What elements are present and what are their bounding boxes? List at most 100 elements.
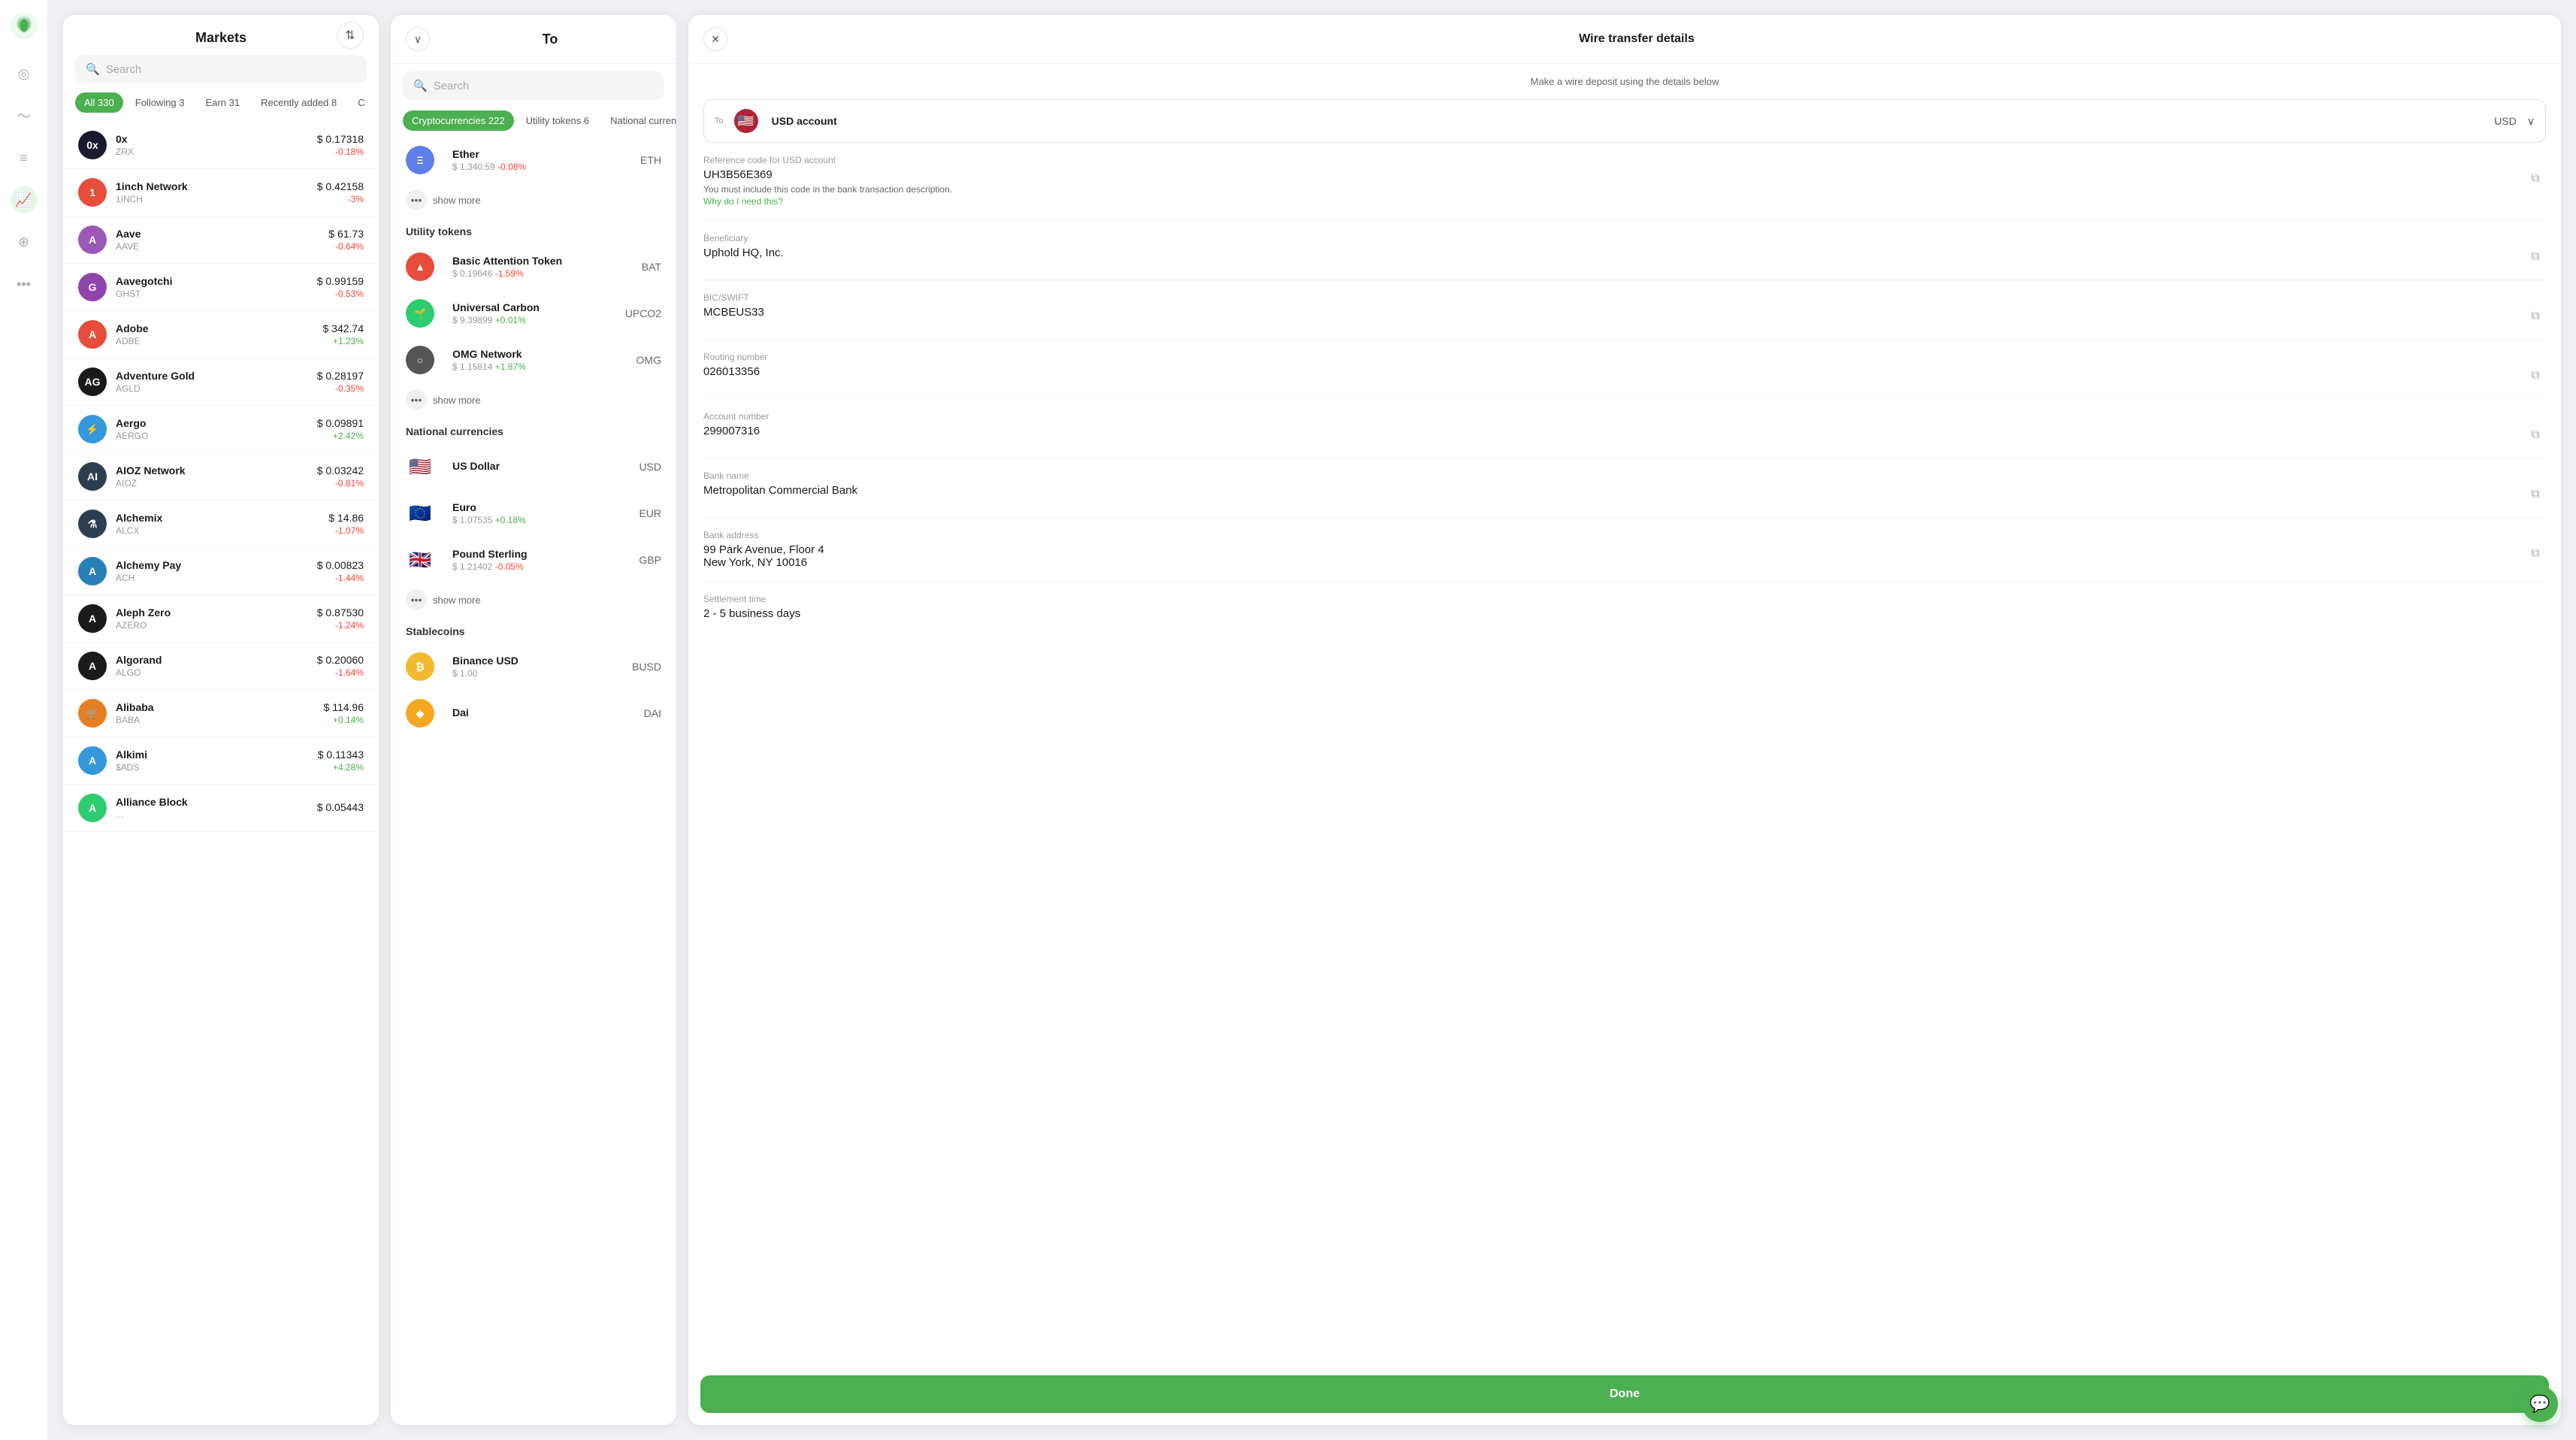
collapse-button[interactable]: ∨ <box>406 27 430 51</box>
markets-asset-row[interactable]: A Adobe ADBE $ 342.74 +1.23% <box>63 311 379 358</box>
asset-info-11: Algorand ALGO <box>116 654 317 678</box>
bank-name-row: Metropolitan Commercial Bank ⧉ <box>703 484 2546 505</box>
to-asset-gbp[interactable]: 🇬🇧 Pound Sterling $ 1.21402 -0.05% GBP <box>391 537 676 583</box>
markets-asset-row[interactable]: 1 1inch Network 1INCH $ 0.42158 -3% <box>63 169 379 216</box>
reference-code-label: Reference code for USD account <box>703 155 2546 165</box>
copy-bic-button[interactable]: ⧉ <box>2525 306 2546 327</box>
markets-asset-row[interactable]: A Aave AAVE $ 61.73 -0.64% <box>63 216 379 264</box>
settlement-time-field: Settlement time 2 - 5 business days <box>703 594 2546 632</box>
asset-price-col-8: $ 14.86 -1.07% <box>328 512 364 536</box>
to-header: ∨ To <box>391 15 676 64</box>
asset-price-col-7: $ 0.03242 -0.81% <box>317 464 364 489</box>
asset-price-1: $ 0.42158 <box>317 180 364 192</box>
asset-avatar-13: A <box>78 746 107 775</box>
to-asset-eur[interactable]: 🇪🇺 Euro $ 1.07535 +0.18% EUR <box>391 490 676 537</box>
national-currencies-label: National currencies <box>391 416 676 443</box>
to-filter-crypto[interactable]: Cryptocurrencies 222 <box>403 110 514 131</box>
sort-button[interactable]: ⇅ <box>337 22 364 49</box>
filter-tab-earn[interactable]: Earn 31 <box>197 92 249 113</box>
close-button[interactable]: ✕ <box>703 27 727 51</box>
to-asset-list: Ξ Ether $ 1,340.59 -0.08% ETH ••• show m… <box>391 137 676 1425</box>
show-more-national[interactable]: ••• show more <box>391 583 676 616</box>
to-asset-bat[interactable]: ▲ Basic Attention Token $ 0.19646 -1.59%… <box>391 244 676 290</box>
show-more-dots-icon: ••• <box>406 189 427 210</box>
asset-avatar-1: 1 <box>78 178 107 207</box>
to-asset-upco2[interactable]: 🌱 Universal Carbon $ 9.39899 +0.01% UPCO… <box>391 290 676 337</box>
wire-transfer-subtitle: Make a wire deposit using the details be… <box>703 76 2546 87</box>
to-label: To <box>715 116 724 126</box>
busd-avatar: ₿ <box>406 652 434 681</box>
reference-code-row: UH3B56E369 You must include this code in… <box>703 168 2546 208</box>
sidebar-portfolio-icon[interactable]: 〜 <box>11 102 38 129</box>
copy-beneficiary-button[interactable]: ⧉ <box>2525 247 2546 268</box>
to-filter-national[interactable]: National currencies 26 <box>601 110 676 131</box>
markets-asset-row[interactable]: A Algorand ALGO $ 0.20060 -1.64% <box>63 643 379 690</box>
markets-header: Markets ⇅ <box>63 15 379 55</box>
logo-icon[interactable] <box>11 12 38 39</box>
to-asset-omg[interactable]: ○ OMG Network $ 1.15814 +1.87% OMG <box>391 337 676 383</box>
asset-price-12: $ 114.96 <box>324 701 364 713</box>
show-more-national-label: show more <box>433 594 481 606</box>
busd-info: Binance USD $ 1.00 <box>452 655 632 679</box>
wire-transfer-title: Wire transfer details <box>727 32 2546 46</box>
filter-tab-all[interactable]: All 330 <box>75 92 123 113</box>
gbp-price: $ 1.21402 -0.05% <box>452 561 639 572</box>
to-filter-utility[interactable]: Utility tokens 6 <box>517 110 599 131</box>
to-search-input[interactable] <box>434 80 654 92</box>
utility-tokens-label: Utility tokens <box>391 216 676 244</box>
account-selector[interactable]: To 🇺🇸 USD account USD ∨ <box>703 99 2546 143</box>
markets-asset-row[interactable]: 🛒 Alibaba BABA $ 114.96 +0.14% <box>63 690 379 737</box>
to-asset-ether[interactable]: Ξ Ether $ 1,340.59 -0.08% ETH <box>391 137 676 183</box>
show-more-crypto[interactable]: ••• show more <box>391 183 676 216</box>
sidebar-list-icon[interactable]: ≡ <box>11 144 38 171</box>
filter-tab-recently-added[interactable]: Recently added 8 <box>252 92 346 113</box>
account-number-field: Account number 299007316 ⧉ <box>703 411 2546 458</box>
markets-asset-row[interactable]: AG Adventure Gold AGLD $ 0.28197 -0.35% <box>63 358 379 406</box>
markets-asset-row[interactable]: A Aleph Zero AZERO $ 0.87530 -1.24% <box>63 595 379 643</box>
copy-bank-name-button[interactable]: ⧉ <box>2525 484 2546 505</box>
copy-routing-button[interactable]: ⧉ <box>2525 365 2546 386</box>
markets-asset-row[interactable]: AI AIOZ Network AIOZ $ 0.03242 -0.81% <box>63 453 379 501</box>
usd-info: US Dollar <box>452 460 639 473</box>
asset-name-9: Alchemy Pay <box>116 559 317 571</box>
asset-avatar-4: A <box>78 320 107 349</box>
sidebar-more-icon[interactable]: ••• <box>11 271 38 298</box>
sidebar-chart-icon[interactable]: 📈 <box>11 186 38 213</box>
markets-search-input[interactable] <box>106 63 356 76</box>
markets-asset-row[interactable]: A Alkimi $ADS $ 0.11343 +4.28% <box>63 737 379 785</box>
asset-price-col-11: $ 0.20060 -1.64% <box>317 654 364 678</box>
asset-change-6: +2.42% <box>317 431 364 441</box>
eur-price: $ 1.07535 +0.18% <box>452 515 639 525</box>
markets-asset-row[interactable]: G Aavegotchi GHST $ 0.99159 -0.53% <box>63 264 379 311</box>
markets-asset-row[interactable]: ⚡ Aergo AERGO $ 0.09891 +2.42% <box>63 406 379 453</box>
bic-swift-value: MCBEUS33 <box>703 306 2525 319</box>
to-asset-busd[interactable]: ₿ Binance USD $ 1.00 BUSD <box>391 643 676 690</box>
chat-button[interactable]: 💬 <box>2522 1386 2558 1422</box>
show-more-utility[interactable]: ••• show more <box>391 383 676 416</box>
done-button[interactable]: Done <box>700 1375 2549 1413</box>
markets-asset-row[interactable]: A Alliance Block ... $ 0.05443 <box>63 785 379 832</box>
asset-price-8: $ 14.86 <box>328 512 364 524</box>
markets-asset-row[interactable]: ⚗ Alchemix ALCX $ 14.86 -1.07% <box>63 501 379 548</box>
sidebar-activity-icon[interactable]: ◎ <box>11 60 38 87</box>
asset-price-7: $ 0.03242 <box>317 464 364 476</box>
asset-symbol-13: $ADS <box>116 762 318 773</box>
eur-avatar: 🇪🇺 <box>406 499 434 528</box>
sidebar-plus-icon[interactable]: ⊕ <box>11 228 38 256</box>
filter-tab-following[interactable]: Following 3 <box>126 92 194 113</box>
gbp-code: GBP <box>639 554 661 566</box>
to-asset-usd[interactable]: 🇺🇸 US Dollar USD <box>391 443 676 490</box>
copy-reference-button[interactable]: ⧉ <box>2525 168 2546 189</box>
wire-transfer-panel: ✕ Wire transfer details Make a wire depo… <box>688 15 2561 1425</box>
to-asset-dai[interactable]: ◈ Dai DAI <box>391 690 676 737</box>
bic-swift-label: BIC/SWIFT <box>703 292 2546 303</box>
markets-asset-row[interactable]: A Alchemy Pay ACH $ 0.00823 -1.44% <box>63 548 379 595</box>
filter-tab-c[interactable]: C <box>349 92 373 113</box>
asset-price-9: $ 0.00823 <box>317 559 364 571</box>
markets-asset-row[interactable]: 0x 0x ZRX $ 0.17318 -0.18% <box>63 122 379 169</box>
why-link[interactable]: Why do I need this? <box>703 196 783 207</box>
reference-code-values: UH3B56E369 You must include this code in… <box>703 168 952 208</box>
copy-account-number-button[interactable]: ⧉ <box>2525 425 2546 446</box>
asset-info-9: Alchemy Pay ACH <box>116 559 317 583</box>
copy-bank-address-button[interactable]: ⧉ <box>2525 543 2546 564</box>
